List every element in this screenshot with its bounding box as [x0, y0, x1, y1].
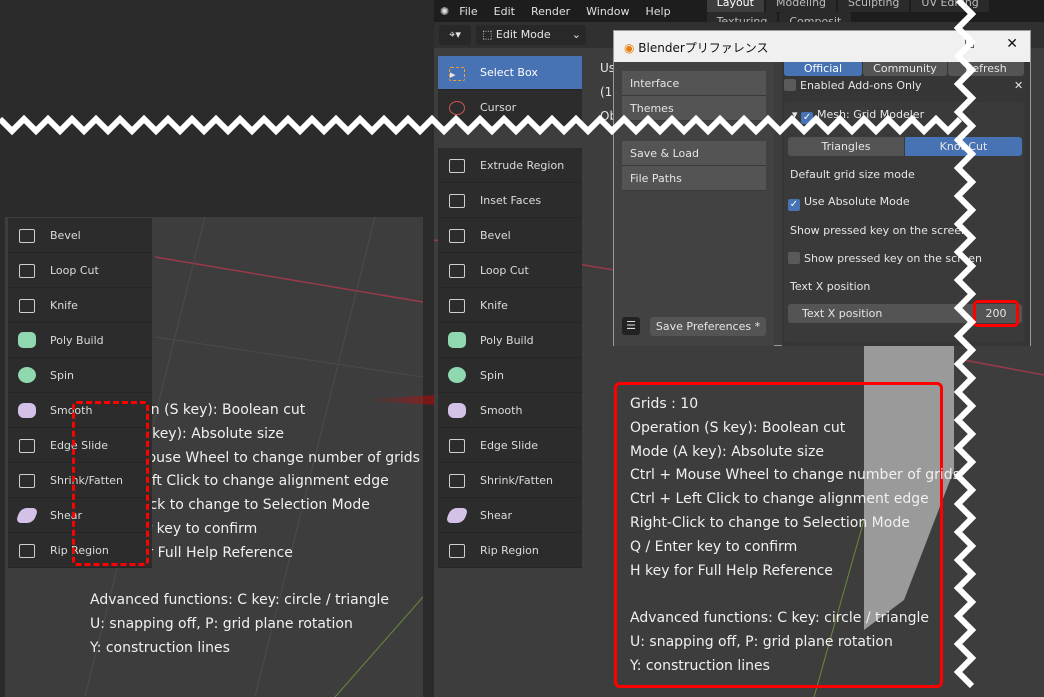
break-marks: [0, 0, 977, 689]
